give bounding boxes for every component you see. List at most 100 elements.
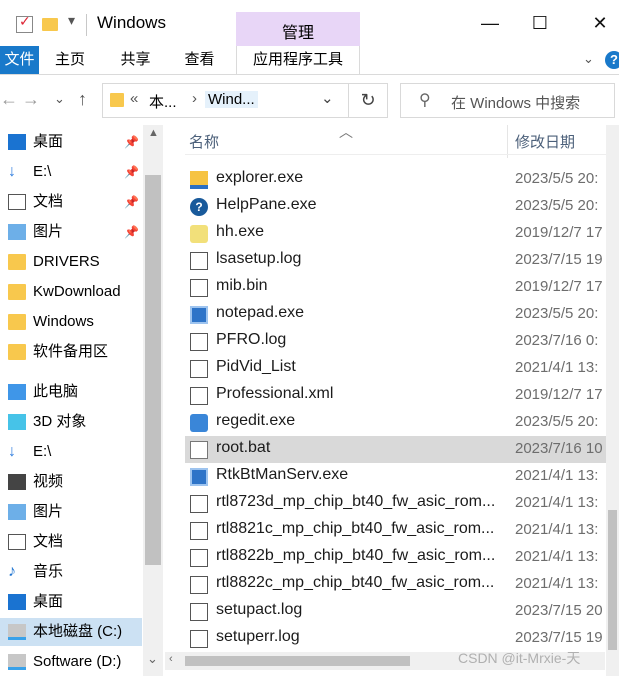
breadcrumb-overflow[interactable]: « <box>130 90 138 107</box>
quick-access-dropdown-icon[interactable]: ▾ <box>68 12 75 29</box>
file-row[interactable]: PFRO.log 2023/7/16 0: <box>185 328 606 355</box>
file-row[interactable]: mib.bin 2019/12/7 17 <box>185 274 606 301</box>
tab-home[interactable]: 主页 <box>45 46 95 74</box>
file-row[interactable]: PidVid_List 2021/4/1 13: <box>185 355 606 382</box>
file-row[interactable]: rtl8821c_mp_chip_bt40_fw_asic_rom... 2021… <box>185 517 606 544</box>
nav-item[interactable]: 文档 📌 <box>0 188 142 216</box>
folder-icon[interactable] <box>42 18 58 31</box>
file-row[interactable]: hh.exe 2019/12/7 17 <box>185 220 606 247</box>
file-row[interactable]: rtl8822c_mp_chip_bt40_fw_asic_rom... 2021… <box>185 571 606 598</box>
file-modified-date: 2019/12/7 17 <box>515 386 603 403</box>
address-bar[interactable]: « 本... › Wind... ⌄ <box>102 83 349 118</box>
help-icon[interactable]: ? <box>605 51 619 69</box>
minimize-button[interactable]: — <box>470 8 510 38</box>
file-row[interactable]: root.bat 2023/7/16 10 <box>185 436 606 463</box>
nav-item-label: Windows <box>33 313 94 330</box>
file-row[interactable]: rtl8723d_mp_chip_bt40_fw_asic_rom... 2021… <box>185 490 606 517</box>
nav-scrollbar-thumb[interactable] <box>145 175 161 565</box>
file-name: rtl8723d_mp_chip_bt40_fw_asic_rom... <box>216 493 496 510</box>
app-icon <box>190 306 208 324</box>
file-modified-date: 2023/7/16 0: <box>515 332 599 349</box>
ribbon-expand-icon[interactable]: ⌄ <box>583 51 594 67</box>
close-button[interactable]: ✕ <box>580 8 619 38</box>
document-icon <box>8 534 26 550</box>
recent-dropdown-icon[interactable]: ⌄ <box>54 91 65 107</box>
forward-arrow-icon[interactable]: → <box>22 89 40 110</box>
horizontal-scrollbar-thumb[interactable] <box>185 656 410 666</box>
text-file-icon <box>190 252 208 270</box>
tab-view[interactable]: 查看 <box>172 46 227 74</box>
scroll-left-icon[interactable]: ‹ <box>169 653 173 665</box>
nav-item[interactable]: KwDownload <box>0 278 142 306</box>
quick-access-checkbox-icon[interactable]: ✓ <box>16 13 33 33</box>
refresh-button[interactable]: ↻ <box>348 83 388 118</box>
nav-item[interactable]: 文档 <box>0 528 142 556</box>
partial-row-top <box>185 154 606 161</box>
file-list-scrollbar-thumb[interactable] <box>608 510 617 650</box>
file-row[interactable]: lsasetup.log 2023/7/15 19 <box>185 247 606 274</box>
file-row[interactable]: notepad.exe 2023/5/5 20: <box>185 301 606 328</box>
context-tab-manage[interactable]: 管理 <box>236 12 360 46</box>
pin-icon: 📌 <box>124 135 139 149</box>
breadcrumb-item[interactable]: Wind... <box>205 91 258 108</box>
nav-item[interactable]: 3D 对象 <box>0 408 142 436</box>
file-row[interactable]: Professional.xml 2019/12/7 17 <box>185 382 606 409</box>
nav-item[interactable]: ↓ E:\ 📌 <box>0 158 142 186</box>
nav-item[interactable]: 桌面 <box>0 588 142 616</box>
column-header-name[interactable]: 名称 <box>189 131 219 152</box>
tab-share[interactable]: 共享 <box>108 46 163 74</box>
nav-item[interactable]: 软件备用区 <box>0 338 142 366</box>
tab-file[interactable]: 文件 <box>0 46 39 74</box>
nav-item[interactable]: 图片 <box>0 498 142 526</box>
nav-item[interactable]: 图片 📌 <box>0 218 142 246</box>
file-list-scrollbar[interactable] <box>606 125 619 676</box>
nav-item[interactable]: Windows <box>0 308 142 336</box>
nav-item[interactable]: ♪ 音乐 <box>0 558 142 586</box>
nav-item[interactable]: 此电脑 <box>0 378 142 406</box>
folder-icon <box>8 284 26 300</box>
file-modified-date: 2023/7/16 10 <box>515 440 603 457</box>
desktop-icon <box>8 594 26 610</box>
text-file-icon <box>190 333 208 351</box>
nav-item-label: Software (D:) <box>33 653 122 670</box>
file-row[interactable]: ? HelpPane.exe 2023/5/5 20: <box>185 193 606 220</box>
file-row[interactable]: RtkBtManServ.exe 2021/4/1 13: <box>185 463 606 490</box>
nav-item[interactable]: 视频 <box>0 468 142 496</box>
file-row[interactable]: rtl8822b_mp_chip_bt40_fw_asic_rom... 2021… <box>185 544 606 571</box>
scroll-down-icon[interactable]: ⌄ <box>147 651 158 667</box>
back-arrow-icon[interactable]: ← <box>0 89 18 110</box>
column-header-modified[interactable]: 修改日期 <box>515 131 575 152</box>
maximize-button[interactable]: ☐ <box>520 8 560 38</box>
download-icon: ↓ <box>8 443 16 460</box>
address-dropdown-icon[interactable]: ⌄ <box>321 89 334 107</box>
nav-item[interactable]: DRIVERS <box>0 248 142 276</box>
file-modified-date: 2019/12/7 17 <box>515 278 603 295</box>
video-icon <box>8 474 26 490</box>
breadcrumb-item[interactable]: 本... <box>149 91 177 112</box>
file-row[interactable]: regedit.exe 2023/5/5 20: <box>185 409 606 436</box>
nav-item[interactable]: ↓ E:\ <box>0 438 142 466</box>
scroll-up-icon[interactable]: ▲ <box>148 127 159 139</box>
tab-app-tools[interactable]: 应用程序工具 <box>236 46 360 74</box>
nav-item[interactable]: 本地磁盘 (C:) <box>0 618 142 646</box>
regedit-icon <box>190 414 208 432</box>
nav-item[interactable]: 桌面 📌 <box>0 128 142 156</box>
file-modified-date: 2021/4/1 13: <box>515 575 599 592</box>
file-row[interactable]: setupact.log 2023/7/15 20 <box>185 598 606 625</box>
file-icon <box>190 279 208 297</box>
file-name: PidVid_List <box>216 358 296 375</box>
file-name: rtl8822c_mp_chip_bt40_fw_asic_rom... <box>216 574 495 591</box>
search-input[interactable]: ⚲ 在 Windows 中搜索 <box>400 83 615 118</box>
file-name: setuperr.log <box>216 628 300 645</box>
up-arrow-icon[interactable]: ↑ <box>78 89 87 110</box>
breadcrumb-chevron[interactable]: › <box>192 90 197 107</box>
file-row[interactable]: explorer.exe 2023/5/5 20: <box>185 166 606 193</box>
nav-scrollbar[interactable]: ▲ ⌄ <box>143 125 163 676</box>
nav-item-label: 本地磁盘 (C:) <box>33 623 123 640</box>
text-file-icon <box>190 603 208 621</box>
text-file-icon <box>190 630 208 648</box>
file-modified-date: 2021/4/1 13: <box>515 521 599 538</box>
file-modified-date: 2021/4/1 13: <box>515 467 599 484</box>
nav-item[interactable]: Software (D:) <box>0 648 142 676</box>
file-icon <box>190 360 208 378</box>
